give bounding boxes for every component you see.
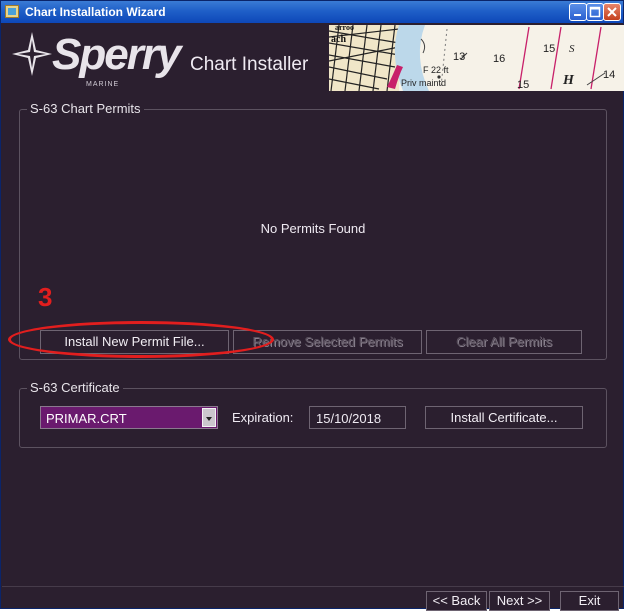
chart-label-15b: 15: [517, 79, 530, 91]
annotation-highlight-ellipse: [8, 321, 274, 358]
chart-label-s: S: [569, 43, 575, 55]
maximize-icon: [589, 6, 601, 18]
back-button[interactable]: << Back: [426, 591, 487, 611]
certificate-group-label: S-63 Certificate: [27, 380, 123, 395]
clear-all-permits-button[interactable]: Clear All Permits: [426, 330, 582, 354]
expiration-value: 15/10/2018: [309, 406, 406, 429]
window-title: Chart Installation Wizard: [25, 5, 166, 19]
chart-label-arroo: arroo: [335, 25, 354, 32]
maximize-button[interactable]: [586, 3, 604, 21]
close-button[interactable]: [603, 3, 621, 21]
chart-label-priv: Priv maintd: [401, 78, 447, 88]
wizard-window: Chart Installation Wizard Sperry MARINE …: [0, 0, 624, 611]
expiration-label: Expiration:: [232, 410, 294, 425]
certificate-file-value: PRIMAR.CRT: [46, 411, 127, 426]
certificate-file-select[interactable]: PRIMAR.CRT: [40, 406, 218, 429]
app-title: Chart Installer: [190, 54, 309, 75]
chart-label-14: 14: [603, 69, 616, 81]
close-icon: [607, 7, 617, 17]
chart-label-16: 16: [493, 53, 506, 65]
permits-group-label: S-63 Chart Permits: [27, 101, 144, 116]
install-certificate-button[interactable]: Install Certificate...: [425, 406, 583, 429]
minimize-icon: [574, 14, 581, 16]
app-icon: [5, 5, 19, 18]
app-header: Sperry MARINE Chart Installer arroo ach …: [2, 24, 624, 91]
chart-label-13: 13: [453, 51, 466, 63]
chart-label-f22ft: F 22 ft: [423, 65, 449, 75]
logo-subtext: MARINE: [86, 81, 120, 88]
footer-divider: [2, 586, 624, 587]
chart-label-15: 15: [543, 43, 556, 55]
annotation-step-number: 3: [38, 282, 53, 312]
logo-text: Sperry: [52, 30, 181, 79]
title-bar[interactable]: Chart Installation Wizard: [1, 1, 623, 23]
chart-label-h: H: [563, 73, 574, 88]
dropdown-arrow-icon[interactable]: [202, 408, 216, 427]
exit-button[interactable]: Exit: [560, 591, 619, 611]
next-button[interactable]: Next >>: [489, 591, 550, 611]
chart-label-ach: ach: [331, 34, 346, 45]
no-permits-message: No Permits Found: [260, 221, 366, 236]
minimize-button[interactable]: [569, 3, 587, 21]
star-logo-icon: [12, 32, 52, 76]
nautical-chart-image: arroo ach 13 16 15 S F 22 ft 14 Priv mai…: [329, 25, 624, 91]
sperry-logo: Sperry MARINE: [10, 28, 182, 88]
